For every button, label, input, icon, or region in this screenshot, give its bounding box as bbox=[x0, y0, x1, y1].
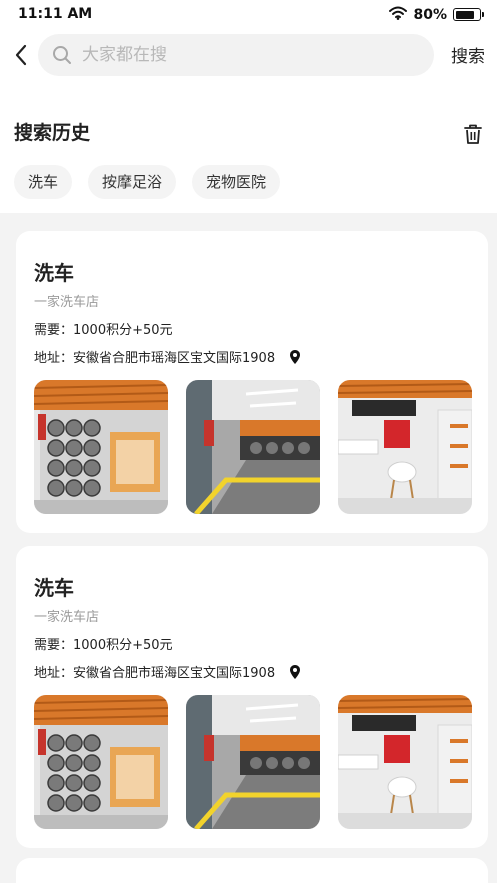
clear-history-button[interactable] bbox=[463, 123, 485, 147]
lounge-area-photo[interactable] bbox=[338, 380, 472, 514]
battery-icon bbox=[453, 8, 484, 21]
history-tag[interactable]: 洗车 bbox=[14, 165, 73, 199]
car-wash-bay-photo[interactable] bbox=[186, 380, 320, 514]
status-indicators: 80% bbox=[389, 5, 484, 24]
car-wash-bay-photo[interactable] bbox=[186, 695, 320, 829]
store-title: 洗车 bbox=[34, 576, 74, 600]
store-address-row: 地址：安徽省合肥市瑶海区宝文国际1908 bbox=[34, 347, 301, 366]
status-bar: 11:11 AM 80% bbox=[0, 0, 497, 30]
store-address: 地址：安徽省合肥市瑶海区宝文国际1908 bbox=[34, 351, 276, 366]
store-photos bbox=[34, 380, 472, 514]
back-button[interactable] bbox=[8, 40, 34, 70]
history-tags: 洗车 按摩足浴 宠物医院 bbox=[14, 165, 281, 199]
search-panel: 搜索 搜索历史 洗车 按摩足浴 宠物医院 bbox=[0, 30, 497, 213]
battery-level-fill bbox=[455, 10, 474, 19]
trash-icon bbox=[464, 124, 482, 144]
tire-display-store-photo[interactable] bbox=[34, 695, 168, 829]
result-card[interactable]: 洗车 一家洗车店 需要：1000积分+50元 地址：安徽省合肥市瑶海区宝文国际1… bbox=[16, 546, 488, 848]
search-history-title: 搜索历史 bbox=[14, 122, 91, 144]
status-time: 11:11 AM bbox=[18, 6, 93, 22]
store-price: 需要：1000积分+50元 bbox=[34, 638, 173, 653]
store-photos bbox=[34, 695, 472, 829]
chevron-left-icon bbox=[15, 44, 27, 66]
location-pin-icon[interactable] bbox=[289, 349, 301, 365]
store-address-row: 地址：安徽省合肥市瑶海区宝文国际1908 bbox=[34, 662, 301, 681]
search-bar[interactable] bbox=[38, 34, 434, 76]
lounge-area-photo[interactable] bbox=[338, 695, 472, 829]
result-card[interactable]: 洗车 一家洗车店 需要：1000积分+50元 地址：安徽省合肥市瑶海区宝文国际1… bbox=[16, 231, 488, 533]
history-tag[interactable]: 按摩足浴 bbox=[88, 165, 177, 199]
search-input[interactable] bbox=[82, 45, 402, 65]
search-button[interactable]: 搜索 bbox=[451, 42, 485, 67]
store-subtitle: 一家洗车店 bbox=[34, 295, 100, 310]
store-title: 洗车 bbox=[34, 261, 74, 285]
store-address: 地址：安徽省合肥市瑶海区宝文国际1908 bbox=[34, 666, 276, 681]
battery-percent: 80% bbox=[413, 6, 447, 23]
store-price: 需要：1000积分+50元 bbox=[34, 323, 173, 338]
location-pin-icon[interactable] bbox=[289, 664, 301, 680]
wifi-icon bbox=[389, 5, 408, 24]
history-tag[interactable]: 宠物医院 bbox=[192, 165, 281, 199]
result-card-partial[interactable] bbox=[16, 858, 488, 883]
store-subtitle: 一家洗车店 bbox=[34, 610, 100, 625]
search-icon bbox=[52, 44, 74, 66]
tire-display-store-photo[interactable] bbox=[34, 380, 168, 514]
